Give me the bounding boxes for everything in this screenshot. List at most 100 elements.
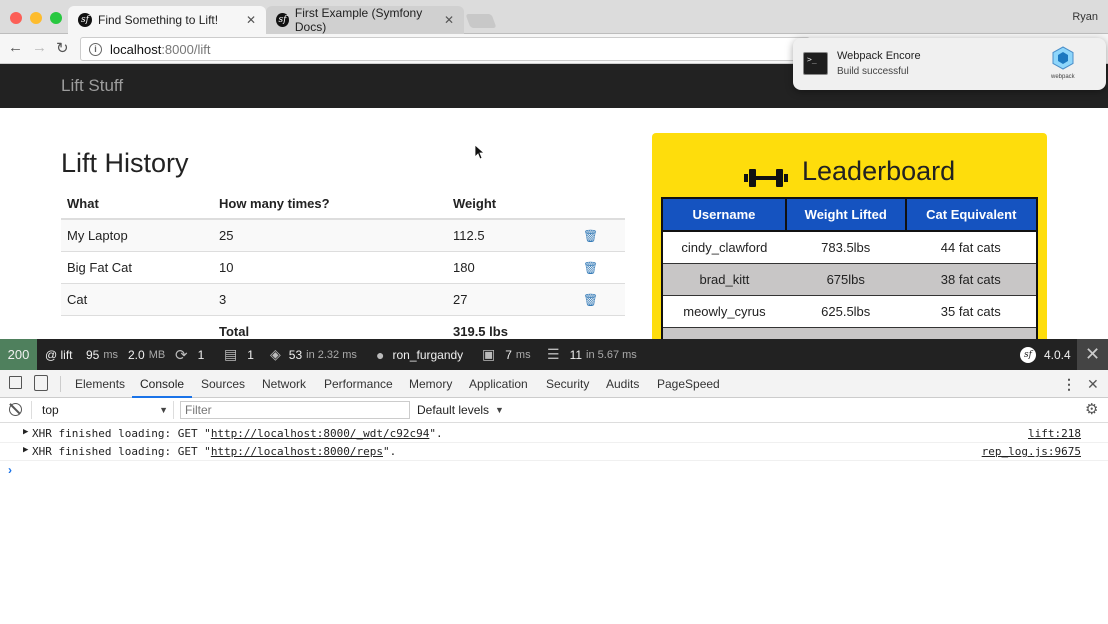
inspect-element-icon[interactable] [9,376,22,389]
browser-tab-strip: sf Find Something to Lift! ✕ sf First Ex… [0,0,1108,34]
profile-name[interactable]: Ryan [1072,11,1098,23]
column-header-weight-lifted: Weight Lifted [784,197,907,232]
templates-item[interactable]: ◈ 53 in 2.32 ms [270,339,357,370]
cache-item[interactable]: ▣ 7 ms [482,339,531,370]
terminal-icon: >_ [803,52,828,75]
minimize-window-button[interactable] [30,12,42,24]
cell-times: 3 [213,282,447,315]
context-value: top [42,403,59,417]
table-row: brad_kitt 675lbs 38 fat cats [662,262,1037,295]
tab-security[interactable]: Security [546,370,589,398]
context-select[interactable]: top ▼ [36,400,168,420]
webpack-notification[interactable]: >_ Webpack Encore Build successful webpa… [793,38,1106,90]
tab-first-example[interactable]: sf First Example (Symfony Docs) ✕ [266,6,464,34]
devtools-tab-bar: Elements Console Sources Network Perform… [0,370,1108,398]
tab-find-something-to-lift[interactable]: sf Find Something to Lift! ✕ [68,6,266,34]
filter-divider [173,401,174,419]
log-source-link[interactable]: lift:218 [1028,427,1081,440]
log-levels-label: Default levels [417,403,490,417]
log-levels-select[interactable]: Default levels ▼ [417,400,504,420]
templates-value: 53 [288,347,303,362]
trash-icon[interactable]: 🗑 [583,293,598,307]
tab-network[interactable]: Network [262,370,306,398]
user-icon: ● [376,346,385,363]
symfony-favicon-icon: sf [276,13,289,27]
symfony-version-item[interactable]: sf 4.0.4 [1020,339,1071,370]
table-row: Cat 3 27 🗑 [61,282,625,315]
tab-title: Find Something to Lift! [98,13,219,27]
webpack-logo-text: webpack [1051,74,1075,80]
cell-times: 10 [213,250,447,283]
table-header-row: Username Weight Lifted Cat Equivalent [661,197,1039,232]
cell-weight: 625.5lbs [785,294,906,327]
log-url-link[interactable]: http://localhost:8000/reps [211,445,383,458]
close-toolbar-icon[interactable]: ✕ [1077,339,1108,370]
clipboard-icon: ▤ [224,346,238,362]
leaderboard-title: Leaderboard [802,156,956,186]
forward-arrow-icon[interactable]: → [32,39,47,56]
tab-application[interactable]: Application [469,370,528,398]
db-unit: in 5.67 ms [586,348,637,361]
symfony-debug-toolbar: 200 @ lift 95 ms 2.0 MB ⟳ 1 ▤ 1 ◈ 53 in … [0,339,1108,370]
leaderboard-table: Username Weight Lifted Cat Equivalent ci… [661,197,1039,343]
close-window-button[interactable] [10,12,22,24]
cell-what: Big Fat Cat [61,250,213,283]
site-brand-link[interactable]: Lift Stuff [61,76,123,96]
tab-close-icon[interactable]: ✕ [444,13,454,27]
tab-pagespeed[interactable]: PageSpeed [657,370,720,398]
close-devtools-icon[interactable]: ✕ [1087,370,1099,398]
trash-icon[interactable]: 🗑 [583,229,598,243]
settings-gear-icon[interactable]: ⚙ [1085,400,1098,418]
time-item[interactable]: 95 ms [86,339,118,370]
symfony-version: 4.0.4 [1044,347,1071,362]
user-name: ron_furgandy [392,347,464,362]
url-host: localhost [110,41,162,57]
expand-triangle-icon[interactable]: ▶ [23,445,28,455]
status-code-badge[interactable]: 200 [0,339,37,370]
address-bar[interactable]: i localhost :8000/lift [80,37,810,61]
tab-memory[interactable]: Memory [409,370,452,398]
back-arrow-icon[interactable]: ← [8,39,23,56]
reload-icon[interactable]: ↻ [56,39,69,57]
log-source-link[interactable]: rep_log.js:9675 [982,445,1081,458]
db-value: 11 [569,347,583,362]
tab-sources[interactable]: Sources [201,370,245,398]
tab-performance[interactable]: Performance [324,370,393,398]
new-tab-button[interactable] [465,14,497,28]
info-icon[interactable]: i [89,42,102,56]
cell-username: meowly_cyrus [662,294,786,327]
toolbar-divider [60,376,61,392]
maximize-window-button[interactable] [50,12,62,24]
more-options-icon[interactable]: ⋮ [1062,370,1076,398]
notification-title: Webpack Encore [837,50,921,62]
cell-what: Cat [61,282,213,315]
forms-item[interactable]: ▤ 1 [224,339,254,370]
user-item[interactable]: ● ron_furgandy [376,339,463,370]
cache-icon: ▣ [482,346,496,362]
lift-history-title: Lift History [61,148,189,178]
expand-triangle-icon[interactable]: ▶ [23,427,28,437]
console-log-entry: ▶ XHR finished loading: GET "http://loca… [0,443,1108,461]
lift-history-table: What How many times? Weight My Laptop 25… [61,188,625,347]
cell-what: My Laptop [61,218,213,251]
memory-unit: MB [148,348,166,361]
cell-weight: 27 [447,282,577,315]
log-url-link[interactable]: http://localhost:8000/_wdt/c92c94 [211,427,430,440]
console-log-entry: ▶ XHR finished loading: GET "http://loca… [0,425,1108,443]
tab-console[interactable]: Console [132,370,193,398]
database-item[interactable]: ☰ 11 in 5.67 ms [547,339,637,370]
console-prompt[interactable]: › [0,462,1108,480]
console-filter-input[interactable] [180,401,410,419]
clear-console-icon[interactable] [9,403,22,416]
ajax-item[interactable]: ⟳ 1 [175,339,204,370]
ajax-refresh-icon: ⟳ [175,346,188,364]
tab-audits[interactable]: Audits [606,370,639,398]
route-item[interactable]: @ lift [45,339,73,370]
table-header-row: What How many times? Weight [61,188,625,220]
cell-weight: 783.5lbs [785,230,906,263]
tab-close-icon[interactable]: ✕ [246,13,256,27]
memory-item[interactable]: 2.0 MB [128,339,165,370]
tab-elements[interactable]: Elements [75,370,125,398]
trash-icon[interactable]: 🗑 [583,261,598,275]
device-toolbar-icon[interactable] [34,375,48,391]
